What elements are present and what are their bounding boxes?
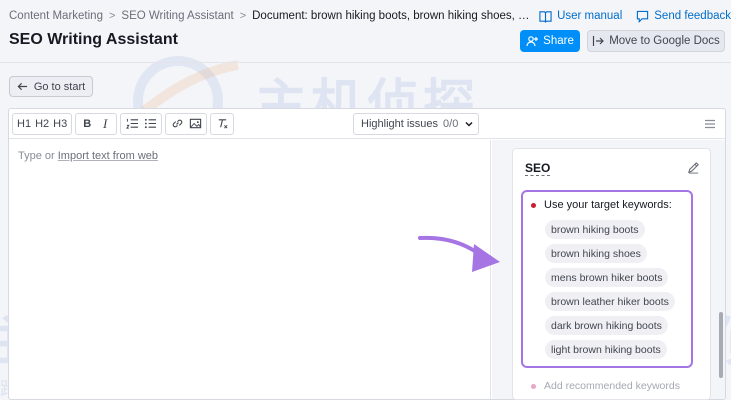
- italic-button[interactable]: I: [98, 116, 112, 132]
- link-icon: [172, 119, 182, 128]
- highlight-issues-select[interactable]: Highlight issues 0/0: [353, 113, 479, 135]
- bullet-list-button[interactable]: [143, 116, 157, 132]
- format-group: B I: [75, 112, 118, 135]
- highlight-issues-label: Highlight issues: [361, 118, 439, 130]
- header-divider: [0, 62, 731, 63]
- image-button[interactable]: [188, 116, 202, 132]
- send-feedback-link[interactable]: Send feedback: [636, 10, 731, 23]
- heading-2-button[interactable]: H2: [35, 116, 49, 132]
- keyword-status-dot: [531, 202, 536, 208]
- bullet-list-icon: [144, 118, 156, 129]
- user-manual-label: User manual: [557, 10, 623, 22]
- chevron-down-icon: [465, 121, 473, 127]
- clear-formatting-button[interactable]: [215, 116, 229, 132]
- clear-group: [210, 112, 235, 135]
- send-feedback-label: Send feedback: [654, 10, 731, 22]
- link-button[interactable]: [170, 116, 184, 132]
- go-to-start-label: Go to start: [33, 80, 86, 93]
- editor-toolbar: H1 H2 H3 B I Highlight issues 0/0: [9, 109, 725, 139]
- breadcrumb-item-content-marketing[interactable]: Content Marketing: [9, 10, 103, 22]
- heading-group: H1 H2 H3: [12, 112, 73, 135]
- target-keywords-heading: Use your target keywords:: [531, 199, 672, 211]
- move-to-google-docs-button[interactable]: Move to Google Docs: [587, 30, 725, 52]
- recommendation-status-dot: [531, 383, 536, 389]
- target-keywords-box: Use your target keywords: brown hiking b…: [521, 190, 693, 368]
- user-manual-link[interactable]: User manual: [539, 10, 622, 23]
- clear-formatting-icon: [218, 119, 228, 129]
- bold-button[interactable]: B: [80, 116, 94, 132]
- book-icon: [539, 10, 552, 23]
- import-text-from-web-link[interactable]: Import text from web: [58, 150, 158, 162]
- keyword-chip[interactable]: mens brown hiker boots: [545, 268, 669, 287]
- chevron-right-icon: >: [239, 10, 247, 22]
- heading-1-button[interactable]: H1: [17, 116, 31, 132]
- pencil-icon[interactable]: [687, 161, 700, 174]
- keyword-chip[interactable]: light brown hiking boots: [545, 340, 667, 359]
- list-group: [120, 112, 163, 135]
- keyword-chip[interactable]: brown hiking boots: [545, 220, 645, 239]
- breadcrumb-item-seo-writing-assistant[interactable]: SEO Writing Assistant: [121, 10, 233, 22]
- header-links: User manual Send feedback: [539, 0, 731, 32]
- numbered-list-icon: [125, 118, 138, 129]
- heading-3-button[interactable]: H3: [53, 116, 67, 132]
- editor-placeholder: Type or: [18, 150, 55, 162]
- hamburger-icon[interactable]: [703, 117, 717, 131]
- image-icon: [189, 118, 201, 129]
- keyword-list: brown hiking boots brown hiking shoes me…: [545, 220, 675, 359]
- share-button[interactable]: Share: [520, 30, 580, 52]
- chat-bubble-icon: [637, 10, 649, 23]
- numbered-list-button[interactable]: [125, 116, 139, 132]
- recommended-keywords-item: Add recommended keywords: [531, 380, 680, 392]
- seo-card-title[interactable]: SEO: [525, 161, 551, 176]
- keyword-chip[interactable]: brown leather hiker boots: [545, 292, 675, 311]
- go-to-start-button[interactable]: Go to start: [9, 76, 93, 97]
- annotation-arrow-icon: [418, 235, 500, 272]
- insert-group: [165, 112, 208, 135]
- arrow-left-icon: [17, 82, 27, 91]
- export-icon: [593, 36, 605, 46]
- recommended-keywords-label: Add recommended keywords: [544, 380, 680, 392]
- add-user-icon: [526, 36, 539, 47]
- keyword-chip[interactable]: dark brown hiking boots: [545, 316, 668, 335]
- page-title: SEO Writing Assistant: [9, 31, 178, 48]
- move-label: Move to Google Docs: [609, 35, 720, 47]
- breadcrumb-current-document: Document: brown hiking boots, brown hiki…: [252, 10, 539, 22]
- target-keywords-label: Use your target keywords:: [544, 199, 672, 211]
- highlight-issues-count: 0/0: [443, 118, 459, 130]
- chevron-right-icon: >: [108, 10, 116, 22]
- keyword-chip[interactable]: brown hiking shoes: [545, 244, 647, 263]
- share-label: Share: [543, 35, 574, 47]
- sidebar-scrollbar[interactable]: [719, 312, 723, 378]
- seo-card: SEO Use your target keywords: brown hiki…: [512, 148, 711, 400]
